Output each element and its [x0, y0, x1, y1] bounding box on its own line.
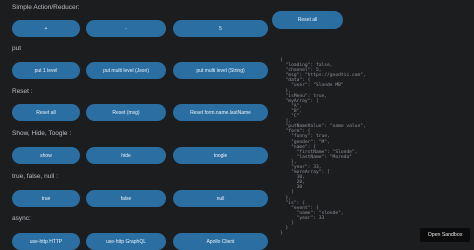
open-sandbox-button[interactable]: Open Sandbox — [420, 228, 470, 242]
hide-button[interactable]: hide — [86, 147, 166, 164]
increment-button[interactable]: + — [12, 20, 80, 37]
true-button[interactable]: true — [12, 190, 80, 207]
section-label-toggle: Show, Hide, Toogle : — [12, 130, 72, 137]
state-json-output: { "loading": false, "channel": 5, "msg":… — [280, 58, 366, 237]
show-button[interactable]: show — [12, 147, 80, 164]
put-one-level-button[interactable]: put 1 level — [12, 62, 80, 79]
section-label-put: put — [12, 45, 22, 52]
put-multi-level-json-button[interactable]: put multi level (Json) — [86, 62, 166, 79]
put-multi-level-string-button[interactable]: put multi level (String) — [173, 62, 268, 79]
decrement-button[interactable]: - — [86, 20, 166, 37]
use-http-graphql-button[interactable]: use-http GraphQL — [86, 233, 166, 250]
set-five-button[interactable]: 5 — [173, 20, 268, 37]
null-button[interactable]: null — [173, 190, 268, 207]
use-http-http-button[interactable]: use-http HTTP — [12, 233, 80, 250]
false-button[interactable]: false — [86, 190, 166, 207]
reset-msg-button[interactable]: Reset (msg) — [86, 104, 166, 121]
toggle-button[interactable]: toogle — [173, 147, 268, 164]
section-label-reset: Reset : — [12, 88, 33, 95]
reset-lastname-button[interactable]: Reset form.name.lastName — [173, 104, 268, 121]
section-label-simple: Simple Action/Reducer: — [12, 4, 80, 11]
reset-all-button[interactable]: Reset all — [12, 104, 80, 121]
apollo-client-button[interactable]: Apollo Client — [173, 233, 268, 250]
reset-all-top-button[interactable]: Reset all — [272, 11, 343, 29]
section-label-bool: true, false, null : — [12, 173, 58, 180]
section-label-async: async: — [12, 215, 31, 222]
